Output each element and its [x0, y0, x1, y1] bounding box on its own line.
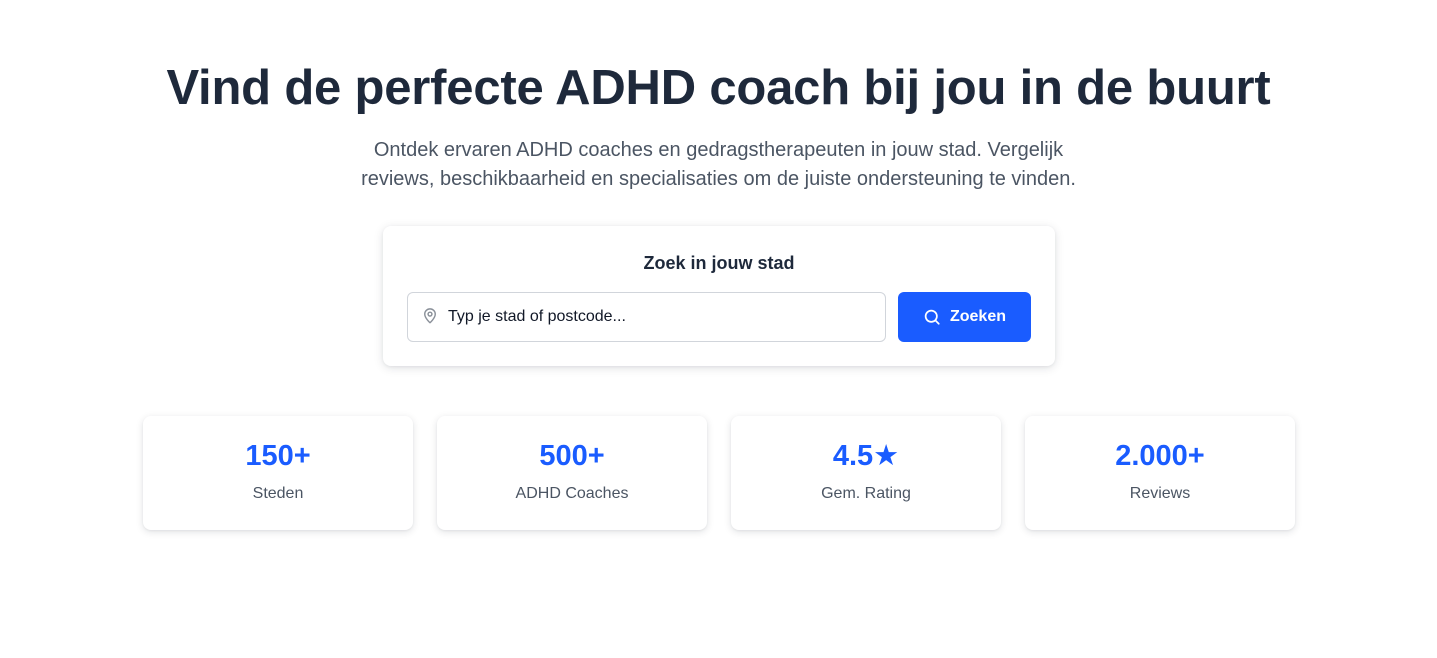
stat-label: Gem. Rating [821, 485, 911, 502]
stat-card-rating: 4.5★ Gem. Rating [731, 416, 1001, 530]
page-title: Vind de perfecte ADHD coach bij jou in d… [166, 61, 1271, 115]
stat-value: 500+ [539, 440, 605, 472]
stat-value: 4.5★ [832, 440, 900, 472]
search-card: Zoek in jouw stad Zoeken [383, 226, 1055, 366]
stat-card-reviews: 2.000+ Reviews [1025, 416, 1295, 530]
search-icon [923, 308, 941, 326]
city-search-field[interactable] [407, 292, 886, 342]
stat-label: Reviews [1129, 485, 1191, 502]
stat-value: 150+ [245, 440, 311, 472]
search-card-title: Zoek in jouw stad [643, 253, 795, 273]
stat-value: 2.000+ [1115, 440, 1205, 472]
search-button[interactable]: Zoeken [898, 292, 1031, 342]
map-pin-icon [420, 305, 440, 327]
city-search-input[interactable] [448, 293, 878, 341]
hero-section: Vind de perfecte ADHD coach bij jou in d… [0, 0, 1437, 658]
stat-card-cities: 150+ Steden [143, 416, 413, 530]
search-button-label: Zoeken [949, 308, 1006, 325]
stat-card-coaches: 500+ ADHD Coaches [437, 416, 707, 530]
hero-subtitle: Ontdek ervaren ADHD coaches en gedragsth… [361, 139, 1076, 190]
stat-label: ADHD Coaches [515, 485, 629, 502]
stat-label: Steden [252, 485, 304, 502]
